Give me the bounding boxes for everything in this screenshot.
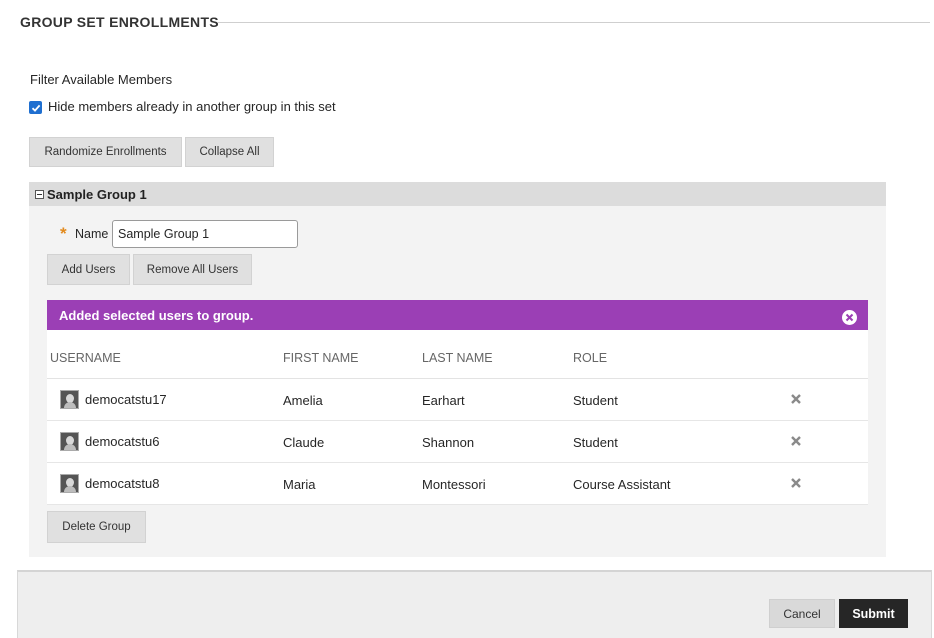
heading-divider xyxy=(218,22,930,23)
filter-label: Filter Available Members xyxy=(30,72,173,87)
username-cell: democatstu8 xyxy=(85,476,160,491)
close-icon[interactable] xyxy=(841,309,858,326)
table-row: democatstu6 Claude Shannon Student xyxy=(47,421,868,463)
role-cell: Student xyxy=(573,435,618,450)
checkmark-icon xyxy=(31,104,40,112)
role-cell: Student xyxy=(573,393,618,408)
table-header: USERNAME FIRST NAME LAST NAME ROLE xyxy=(47,330,868,379)
success-banner: Added selected users to group. xyxy=(47,300,868,330)
collapse-all-button[interactable]: Collapse All xyxy=(185,137,274,167)
section-heading: GROUP SET ENROLLMENTS xyxy=(20,14,219,30)
last-name-cell: Shannon xyxy=(422,435,475,450)
cancel-button[interactable]: Cancel xyxy=(769,599,835,628)
first-name-cell: Claude xyxy=(283,435,325,450)
banner-message: Added selected users to group. xyxy=(59,307,254,323)
group-header[interactable]: Sample Group 1 xyxy=(29,182,886,206)
first-name-cell: Amelia xyxy=(283,393,323,408)
group-name-input[interactable] xyxy=(112,220,298,248)
column-role[interactable]: ROLE xyxy=(573,351,607,365)
hide-members-checkbox[interactable] xyxy=(29,101,42,114)
user-avatar-icon xyxy=(60,390,79,409)
column-first-name[interactable]: FIRST NAME xyxy=(283,351,358,365)
remove-x-icon[interactable] xyxy=(790,393,802,405)
name-label: Name xyxy=(75,227,109,241)
submit-button[interactable]: Submit xyxy=(839,599,908,628)
remove-x-icon[interactable] xyxy=(790,435,802,447)
table-row: democatstu8 Maria Montessori Course Assi… xyxy=(47,463,868,505)
delete-group-button[interactable]: Delete Group xyxy=(47,511,146,543)
remove-x-icon[interactable] xyxy=(790,477,802,489)
last-name-cell: Montessori xyxy=(422,477,486,492)
first-name-cell: Maria xyxy=(283,477,316,492)
members-table: USERNAME FIRST NAME LAST NAME ROLE democ… xyxy=(47,330,868,505)
hide-members-option[interactable]: Hide members already in another group in… xyxy=(29,98,336,114)
group-panel: Sample Group 1 * Name Add Users Remove A… xyxy=(29,182,886,557)
remove-all-users-button[interactable]: Remove All Users xyxy=(133,254,252,285)
group-title: Sample Group 1 xyxy=(47,186,147,202)
collapse-toggle-icon[interactable] xyxy=(35,189,44,199)
column-last-name[interactable]: LAST NAME xyxy=(422,351,493,365)
last-name-cell: Earhart xyxy=(422,393,465,408)
column-username[interactable]: USERNAME xyxy=(50,351,121,365)
username-cell: democatstu6 xyxy=(85,434,160,449)
user-avatar-icon xyxy=(60,474,79,493)
form-footer: Cancel Submit xyxy=(17,570,932,638)
role-cell: Course Assistant xyxy=(573,477,671,492)
user-avatar-icon xyxy=(60,432,79,451)
hide-members-label: Hide members already in another group in… xyxy=(48,98,336,114)
username-cell: democatstu17 xyxy=(85,392,167,407)
randomize-enrollments-button[interactable]: Randomize Enrollments xyxy=(29,137,182,167)
add-users-button[interactable]: Add Users xyxy=(47,254,130,285)
table-row: democatstu17 Amelia Earhart Student xyxy=(47,379,868,421)
required-star-icon: * xyxy=(60,224,67,243)
